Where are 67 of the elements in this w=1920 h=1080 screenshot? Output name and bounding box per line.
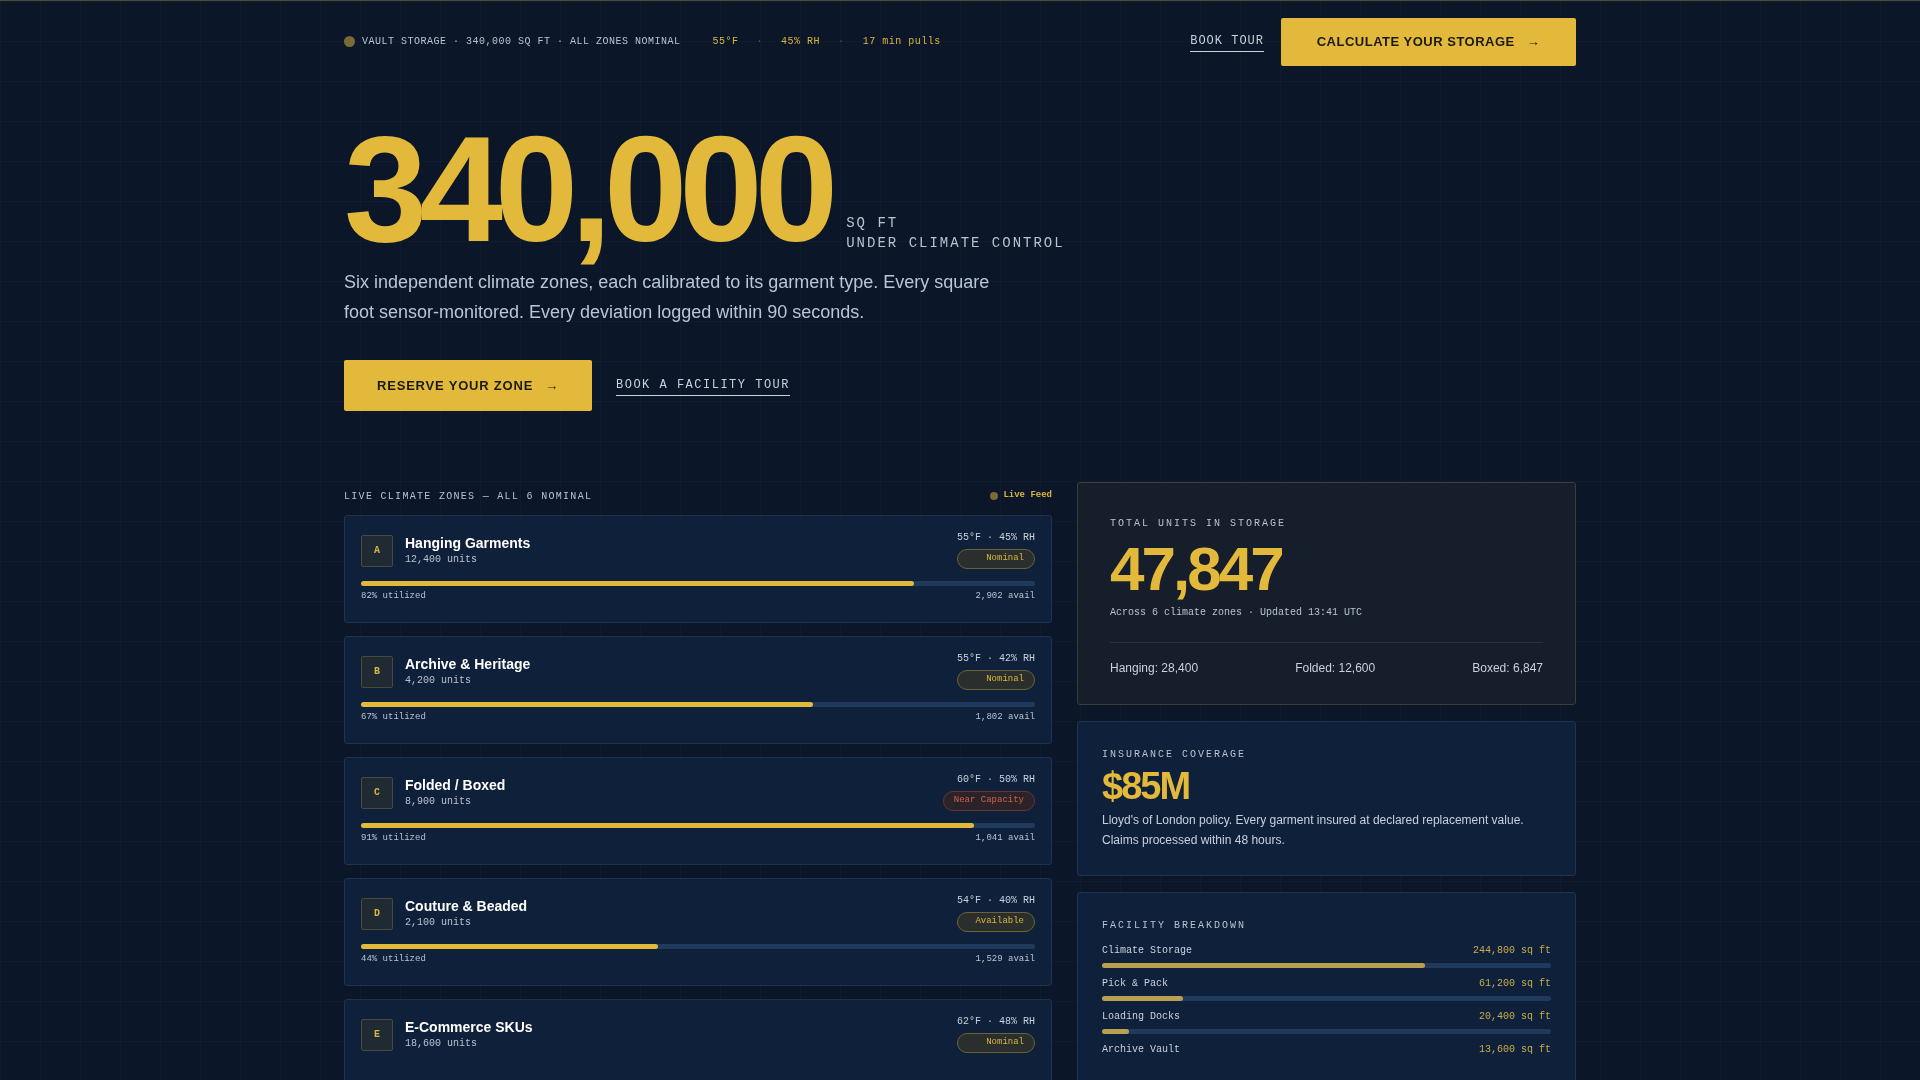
zone-name: Folded / Boxed (405, 776, 506, 794)
facility-area-name: Pick & Pack (1102, 977, 1168, 991)
zone-climate: 62°F · 48% RH (957, 1015, 1035, 1029)
zone-climate: 55°F · 42% RH (957, 652, 1035, 666)
zone-letter: C (361, 776, 393, 809)
facility-tour-link[interactable]: BOOK A FACILITY TOUR (616, 375, 791, 396)
status-badge: Nominal (957, 670, 1035, 690)
reading-text: 17 min pulls (862, 35, 941, 49)
insurance-value: $85M (1102, 764, 1191, 808)
reading-text: 55°F (712, 35, 739, 49)
zone-units: 18,600 units (405, 1037, 478, 1051)
book-tour-link[interactable]: BOOK TOUR (1190, 31, 1264, 52)
available-text: 1,529 avail (975, 953, 1035, 966)
utilized-text: 82% utilized (361, 590, 426, 603)
zone-climate: 54°F · 40% RH (957, 894, 1035, 908)
zone-letter: D (361, 897, 393, 930)
utilized-text: 67% utilized (361, 711, 426, 724)
facility-area-name: Loading Docks (1102, 1010, 1180, 1024)
insurance-label: INSURANCE COVERAGE (1102, 748, 1248, 762)
separator-dot: · (756, 35, 764, 49)
facility-area-size: 13,600 sq ft (1479, 1043, 1551, 1057)
reserve-zone-button[interactable]: RESERVE YOUR ZONE → (344, 360, 592, 411)
facility-area-size: 244,800 sq ft (1473, 944, 1551, 958)
facility-area-size: 20,400 sq ft (1479, 1010, 1551, 1024)
zone-units: 8,900 units (405, 795, 472, 809)
zone-name: Couture & Beaded (405, 897, 528, 915)
available-text: 2,902 avail (975, 590, 1035, 603)
zone-units: 2,100 units (405, 916, 472, 930)
unit-breakdown-text: Folded: 12,600 (1295, 660, 1376, 677)
unit-caption: UNDER CLIMATE CONTROL (846, 234, 1065, 253)
arrow-icon: → (545, 375, 559, 396)
zone-letter: A (361, 534, 393, 567)
unit-breakdown-text: Hanging: 28,400 (1110, 660, 1199, 677)
unit-label: SQ FT (846, 214, 900, 233)
utilized-text: 91% utilized (361, 832, 426, 845)
zones-heading: LIVE CLIMATE ZONES — ALL 6 NOMINAL (344, 489, 593, 504)
insurance-description: Lloyd's of London policy. Every garment insured at declared replacement value. Claims processed within 48 hours. (1102, 812, 1525, 849)
facility-area-size: 61,200 sq ft (1479, 977, 1551, 991)
zone-name: E-Commerce SKUs (405, 1018, 533, 1036)
zone-letter: B (361, 655, 393, 688)
live-feed-label: Live Feed (1003, 489, 1052, 503)
zone-name: Hanging Garments (405, 534, 531, 552)
facility-label: FACILITY BREAKDOWN (1102, 919, 1248, 933)
status-badge: Nominal (957, 549, 1035, 569)
total-units-caption: Across 6 climate zones · Updated 13:41 UTC (1110, 606, 1364, 620)
zone-name: Archive & Heritage (405, 655, 531, 673)
status-badge: Available (957, 912, 1035, 932)
zone-units: 4,200 units (405, 674, 472, 688)
total-units-label: TOTAL UNITS IN STORAGE (1110, 517, 1288, 531)
separator-dot: · (838, 35, 845, 49)
facility-area-name: Climate Storage (1102, 944, 1192, 958)
zone-climate: 60°F · 50% RH (957, 773, 1035, 787)
zone-letter: E (361, 1018, 393, 1051)
available-text: 1,041 avail (975, 832, 1035, 845)
calculate-storage-button[interactable]: CALCULATE YOUR STORAGE → (1281, 17, 1576, 66)
unit-breakdown-text: Boxed: 6,847 (1472, 660, 1543, 677)
utilized-text: 44% utilized (361, 953, 426, 966)
status-badge: Near Capacity (942, 791, 1035, 811)
status-badge: Nominal (957, 1033, 1035, 1053)
facility-area-name: Archive Vault (1102, 1043, 1180, 1057)
status-text: VAULT STORAGE · 340,000 SQ FT · ALL ZONES NOMINAL (362, 35, 681, 49)
zone-units: 12,400 units (405, 553, 478, 567)
reading-text: 45% RH (781, 35, 821, 49)
zone-climate: 55°F · 45% RH (957, 531, 1035, 545)
total-units-value: 47,847 (1110, 535, 1283, 603)
arrow-icon: → (1526, 31, 1541, 52)
available-text: 1,802 avail (975, 711, 1035, 724)
